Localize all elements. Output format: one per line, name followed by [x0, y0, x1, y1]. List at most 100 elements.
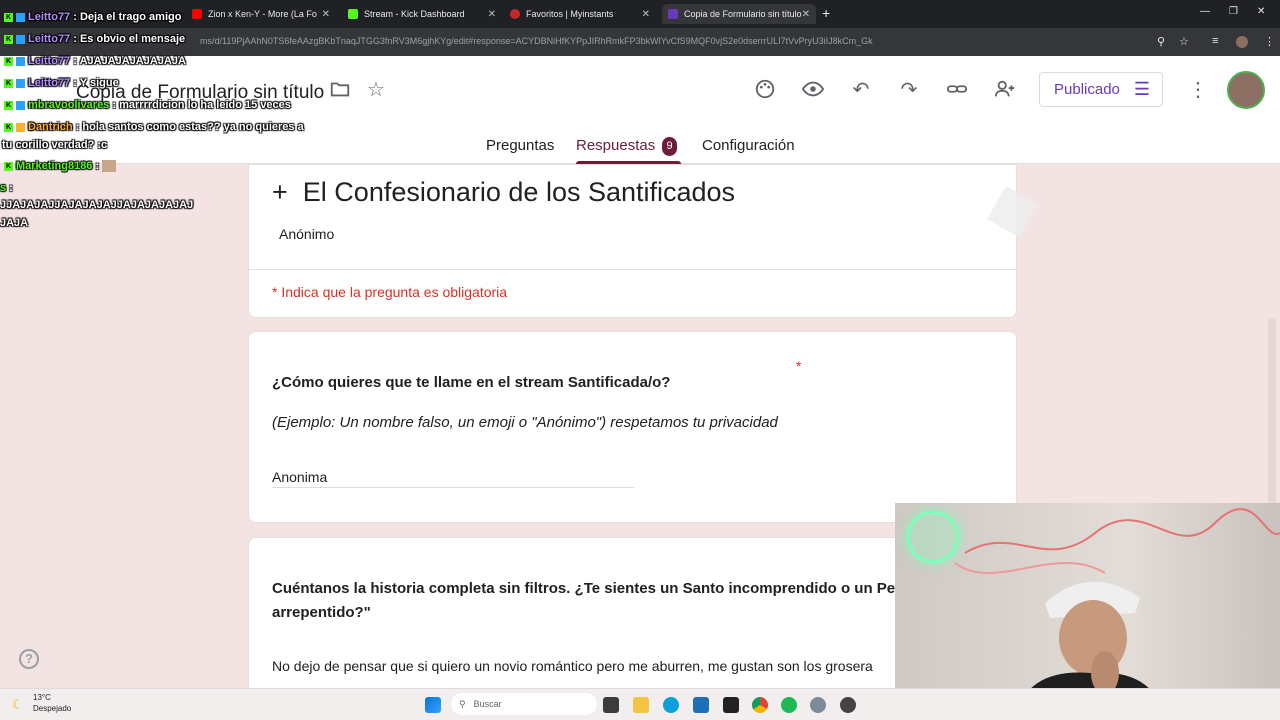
tab-kick-dashboard[interactable]: Stream - Kick Dashboard ✕ — [342, 4, 502, 24]
chat-text: Y sigue — [79, 77, 119, 89]
chat-message: s : — [0, 182, 13, 194]
store-icon[interactable] — [693, 697, 709, 713]
badge-icon — [16, 12, 25, 22]
profile-icon[interactable] — [1236, 36, 1248, 48]
zoom-icon[interactable]: ⚲ — [1157, 35, 1165, 48]
search-icon: ⚲ — [459, 698, 466, 709]
kick-badge-icon: K — [4, 100, 13, 110]
chat-message-cont: tu corillo verdad? :c — [2, 139, 107, 151]
myinstants-icon — [510, 9, 520, 19]
chat-message: K Leitto77 : Es obvio el mensaje — [4, 33, 186, 45]
published-button[interactable]: Publicado ☰ — [1039, 72, 1163, 107]
new-tab-button[interactable]: + — [822, 5, 830, 21]
tune-icon: ☰ — [1133, 79, 1151, 99]
task-view-icon[interactable] — [603, 697, 619, 713]
kick-badge-icon: K — [4, 56, 13, 66]
badge-icon — [16, 56, 25, 66]
chat-username: Leitto77 — [28, 77, 71, 89]
help-icon[interactable]: ? — [19, 649, 39, 669]
chat-username: Leitto77 — [28, 11, 71, 23]
forms-icon — [668, 9, 678, 19]
question-1-title: ¿Cómo quieres que te llame en el stream … — [272, 374, 671, 391]
search-placeholder: Buscar — [473, 699, 502, 709]
close-window-button[interactable]: ✕ — [1257, 6, 1265, 17]
undo-icon[interactable]: ↶ — [849, 78, 873, 102]
kick-badge-icon: K — [4, 78, 13, 88]
tab-myinstants[interactable]: Favoritos | Myinstants ✕ — [504, 4, 656, 24]
question-2-title: Cuéntanos la historia completa sin filtr… — [272, 580, 896, 597]
yandex-icon[interactable] — [723, 697, 739, 713]
kick-badge-icon: K — [4, 122, 13, 132]
smiley-neon-icon — [907, 511, 959, 563]
close-icon[interactable]: ✕ — [488, 9, 496, 20]
tab-label: Copia de Formulario sin título — [684, 9, 802, 19]
required-asterisk: * — [796, 358, 802, 374]
chat-username: Leitto77 — [28, 33, 71, 45]
badge-icon — [16, 100, 25, 110]
tab-label: Stream - Kick Dashboard — [364, 9, 465, 19]
kick-badge-icon: K — [4, 161, 13, 171]
settings-gear-icon[interactable] — [810, 697, 826, 713]
obs-icon[interactable] — [840, 697, 856, 713]
chrome-icon[interactable] — [752, 697, 768, 713]
chat-message: K Dantrich : hola santos como estas?? ya … — [4, 121, 304, 133]
close-icon[interactable]: ✕ — [802, 9, 810, 20]
moon-icon: ☾ — [12, 697, 24, 712]
stream-chat-overlay: K Leitto77 : Deja el trago amigo K Leitto7… — [0, 0, 330, 240]
more-options-icon[interactable]: ⋮ — [1186, 78, 1210, 102]
chat-message-cont: JJAJAJAJJAJAJAJAJJAJAJAJAJAJ — [0, 199, 193, 211]
chat-text: JAJA — [0, 217, 29, 229]
chat-text: JJAJAJAJJAJAJAJAJJAJAJAJAJAJ — [0, 199, 194, 211]
chat-message: K Marketing8186 : — [4, 160, 117, 173]
tab-label: Favoritos | Myinstants — [526, 9, 614, 19]
minimize-button[interactable]: — — [1200, 6, 1210, 17]
palette-icon[interactable] — [753, 78, 777, 102]
chat-username: mbravoolivares — [28, 99, 110, 111]
bookmark-star-icon[interactable]: ☆ — [1179, 35, 1189, 48]
badge-icon — [16, 34, 25, 44]
emote-icon — [102, 160, 117, 173]
spotify-icon[interactable] — [781, 697, 797, 713]
add-collaborator-icon[interactable] — [993, 78, 1017, 102]
link-icon[interactable] — [945, 78, 969, 102]
badge-icon — [16, 78, 25, 88]
kick-icon — [348, 9, 358, 19]
edge-icon[interactable] — [663, 697, 679, 713]
answer-underline — [272, 487, 634, 488]
chat-username: Leitto77 — [28, 55, 71, 67]
chat-username: s — [0, 182, 7, 194]
temperature: 13°C — [33, 693, 51, 702]
chat-message: K Leitto77 : Y sigue — [4, 77, 119, 89]
chat-text: AJAJAJAJAJAJAJA — [79, 55, 186, 67]
kick-badge-icon: K — [4, 12, 13, 22]
tab-responses[interactable]: Respuestas — [576, 137, 655, 154]
avatar[interactable] — [1227, 71, 1265, 109]
tab-settings[interactable]: Configuración — [702, 137, 795, 154]
browser-menu-icon[interactable]: ⋮ — [1264, 35, 1275, 48]
badge-icon — [16, 122, 25, 132]
chat-message: Kmbravoolivares : marrrrdicion lo ha lei… — [4, 99, 291, 111]
form-heading-text: El Confesionario de los Santificados — [302, 177, 736, 207]
close-icon[interactable]: ✕ — [642, 9, 650, 20]
chat-text: marrrrdicion lo ha leido 15 veces — [119, 99, 291, 111]
preview-eye-icon[interactable] — [801, 78, 825, 102]
tab-questions[interactable]: Preguntas — [486, 137, 554, 154]
folder-icon[interactable] — [328, 78, 352, 102]
question-2-title-cont: arrepentido?" — [272, 604, 371, 621]
chat-message: K Leitto77 : Deja el trago amigo — [4, 11, 182, 23]
chat-text: tu corillo verdad? :c — [2, 139, 108, 151]
chat-text: Es obvio el mensaje — [79, 33, 186, 45]
kick-badge-icon: K — [4, 34, 13, 44]
windows-start-icon[interactable] — [425, 697, 441, 713]
published-label: Publicado — [1054, 81, 1120, 98]
taskbar-search[interactable]: ⚲ Buscar — [451, 693, 597, 715]
responses-count-badge: 9 — [662, 137, 677, 156]
file-explorer-icon[interactable] — [633, 697, 649, 713]
maximize-button[interactable]: ❐ — [1229, 6, 1238, 17]
tab-google-forms[interactable]: Copia de Formulario sin título ✕ — [662, 4, 816, 24]
reading-list-icon[interactable]: ≡ — [1212, 35, 1218, 47]
question-1-help: (Ejemplo: Un nombre falso, un emoji o "A… — [272, 414, 778, 431]
star-icon[interactable]: ☆ — [364, 78, 388, 102]
redo-icon[interactable]: ↷ — [897, 78, 921, 102]
required-note: * Indica que la pregunta es obligatoria — [272, 284, 508, 300]
